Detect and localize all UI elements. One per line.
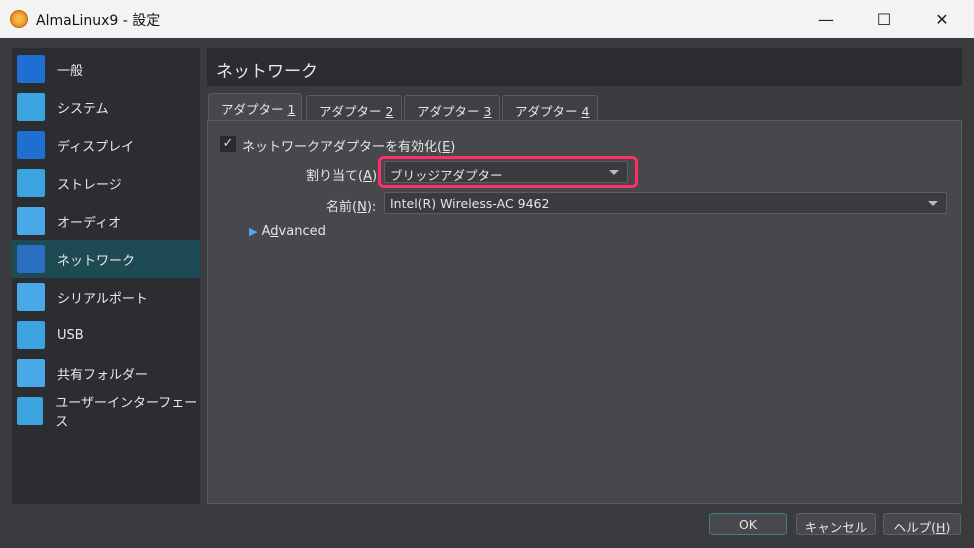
display-icon — [17, 131, 45, 159]
enable-adapter-checkbox[interactable]: ✓ — [220, 136, 236, 152]
app-icon — [10, 10, 28, 28]
label-key: A — [363, 169, 372, 184]
tab-key: 3 — [483, 104, 492, 119]
expand-triangle-icon: ▶ — [249, 225, 258, 238]
tab-label: アダプター — [319, 104, 386, 119]
label-text: 割り当て( — [306, 169, 364, 184]
sidebar-item[interactable]: USB — [12, 316, 200, 354]
title-bar: AlmaLinux9 - 設定 — ☐ ✕ — [0, 0, 974, 38]
page-title: ネットワーク — [207, 48, 962, 86]
serial-port-icon — [17, 283, 45, 311]
sidebar-item-label: 一般 — [57, 63, 84, 79]
label-text: ネットワークアダプターを有効化( — [242, 140, 443, 155]
monitor-icon — [17, 55, 45, 83]
tab-adapter-2[interactable]: アダプター 2 — [306, 95, 402, 121]
sidebar-item[interactable]: 共有フォルダー — [12, 354, 200, 392]
sidebar-item-label: ユーザーインターフェース — [55, 396, 198, 430]
sidebar-item-label: ネットワーク — [57, 253, 136, 269]
tab-adapter-3[interactable]: アダプター 3 — [404, 95, 500, 121]
minimize-button[interactable]: — — [797, 0, 855, 38]
label-end: ) — [450, 140, 456, 155]
tab-adapter-4[interactable]: アダプター 4 — [502, 95, 598, 121]
sidebar-item-label: USB — [57, 327, 84, 343]
disk-icon — [17, 169, 45, 197]
chevron-down-icon — [928, 201, 938, 206]
window-title: AlmaLinux9 - 設定 — [36, 13, 161, 29]
enable-adapter-label[interactable]: ネットワークアダプターを有効化(E) — [242, 136, 455, 155]
sidebar-item[interactable]: システム — [12, 88, 200, 126]
adapter-name-select[interactable]: Intel(R) Wireless-AC 9462 — [384, 192, 947, 214]
sidebar-item[interactable]: オーディオ — [12, 202, 200, 240]
speaker-icon — [17, 207, 45, 235]
sidebar-item-label: ストレージ — [57, 177, 122, 193]
usb-icon — [17, 321, 45, 349]
chip-icon — [17, 93, 45, 121]
sidebar-item[interactable]: ディスプレイ — [12, 126, 200, 164]
tab-label: アダプター — [221, 102, 288, 117]
sidebar-item-label: オーディオ — [57, 215, 122, 231]
label-key: d — [270, 224, 279, 239]
label-text: ヘルプ( — [893, 520, 937, 535]
attached-to-label: 割り当て(A): — [306, 165, 381, 184]
tab-label: アダプター — [417, 104, 484, 119]
select-value: Intel(R) Wireless-AC 9462 — [390, 196, 550, 211]
sidebar-item-label: 共有フォルダー — [57, 367, 149, 383]
sidebar-item-label: シリアルポート — [57, 291, 148, 307]
label-end: ) — [945, 520, 951, 535]
maximize-button[interactable]: ☐ — [855, 0, 913, 38]
tab-key: 2 — [385, 104, 394, 119]
sidebar-item[interactable]: ストレージ — [12, 164, 200, 202]
tab-label: アダプター — [515, 104, 582, 119]
sidebar-item[interactable]: シリアルポート — [12, 278, 200, 316]
sidebar-item-label: システム — [57, 101, 109, 117]
ok-button[interactable]: OK — [709, 513, 787, 535]
advanced-toggle[interactable]: ▶ Advanced — [249, 224, 326, 239]
label-key: N — [357, 200, 367, 215]
name-label: 名前(N): — [326, 196, 376, 215]
close-button[interactable]: ✕ — [913, 0, 971, 38]
ui-icon — [17, 397, 44, 425]
network-icon — [17, 245, 45, 273]
help-button[interactable]: ヘルプ(H) — [883, 513, 961, 535]
tab-key: 1 — [287, 102, 296, 117]
sidebar-item[interactable]: ネットワーク — [12, 240, 200, 278]
sidebar-item-label: ディスプレイ — [57, 139, 135, 155]
tab-adapter-1[interactable]: アダプター 1 — [208, 93, 302, 121]
tab-key: 4 — [581, 104, 590, 119]
sidebar-item[interactable]: 一般 — [12, 50, 200, 88]
label-text: 名前( — [326, 200, 358, 215]
cancel-button[interactable]: キャンセル — [796, 513, 876, 535]
label-end: ): — [366, 200, 377, 215]
settings-sidebar: 一般システムディスプレイ ストレージオーディオネットワーク シリアルポート USB 共有… — [12, 48, 200, 504]
folder-icon — [17, 359, 45, 387]
highlight-annotation — [378, 156, 638, 188]
sidebar-item[interactable]: ユーザーインターフェース — [12, 392, 200, 430]
label-end: vanced — [278, 224, 326, 239]
label-text: A — [261, 224, 271, 239]
